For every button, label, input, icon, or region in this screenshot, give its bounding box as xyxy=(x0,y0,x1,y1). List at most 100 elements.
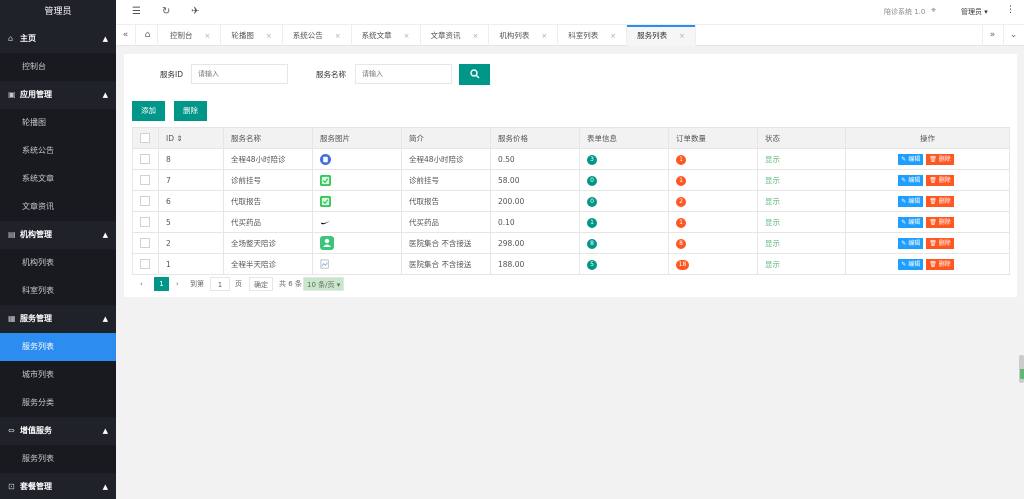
tab[interactable]: 文章资讯 × xyxy=(421,25,490,46)
user-menu[interactable]: 管理员 ▾ xyxy=(961,7,988,17)
next-page-button[interactable]: › xyxy=(176,277,179,291)
tabs-scroll-right-icon[interactable]: » xyxy=(982,25,1002,46)
sidebar-item[interactable]: 城市列表 xyxy=(0,361,116,389)
prev-page-button[interactable]: ‹ xyxy=(140,277,143,291)
goto-page-input[interactable]: 1 xyxy=(210,277,230,291)
row-checkbox[interactable] xyxy=(140,154,150,164)
tag-icon[interactable]: ⌖ xyxy=(931,6,936,16)
order-count-badge[interactable]: 1 xyxy=(676,175,686,186)
delete-button[interactable]: 🗑 删除 xyxy=(926,216,954,228)
close-icon[interactable]: × xyxy=(679,32,685,40)
row-select-cell[interactable] xyxy=(132,232,159,254)
current-page[interactable]: 1 xyxy=(154,277,169,291)
close-icon[interactable]: × xyxy=(541,32,547,40)
close-icon[interactable]: × xyxy=(266,32,272,40)
sidebar-group[interactable]: ▣ 应用管理 ▲ xyxy=(0,81,116,109)
tab[interactable]: 系统公告 × xyxy=(283,25,352,46)
delete-button[interactable]: 🗑 删除 xyxy=(926,237,954,249)
tab[interactable]: 系统文章 × xyxy=(352,25,421,46)
sidebar-item[interactable]: 机构列表 xyxy=(0,249,116,277)
tab[interactable]: 服务列表 × xyxy=(627,25,696,46)
status-text[interactable]: 显示 xyxy=(765,155,780,164)
row-select-cell[interactable] xyxy=(132,253,159,275)
edit-button[interactable]: ✎ 编辑 xyxy=(898,216,924,228)
order-count-badge[interactable]: 2 xyxy=(676,196,686,207)
close-icon[interactable]: × xyxy=(404,32,410,40)
sidebar-item[interactable]: 系统公告 xyxy=(0,137,116,165)
row-select-cell[interactable] xyxy=(132,211,159,233)
status-text[interactable]: 显示 xyxy=(765,176,780,185)
row-select-cell[interactable] xyxy=(132,169,159,191)
side-scroll-handle[interactable] xyxy=(1019,355,1024,383)
sidebar-item[interactable]: 文章资讯 xyxy=(0,193,116,221)
goto-confirm-button[interactable]: 确定 xyxy=(249,277,273,291)
column-header[interactable]: ID ⇕ xyxy=(158,127,224,149)
edit-button[interactable]: ✎ 编辑 xyxy=(898,153,924,165)
order-count-badge[interactable]: 18 xyxy=(676,259,689,270)
more-icon[interactable]: ⋮ xyxy=(1006,5,1015,15)
form-count-badge[interactable]: 1 xyxy=(587,217,597,228)
delete-button[interactable]: 🗑 删除 xyxy=(926,258,954,270)
form-count-badge[interactable]: 0 xyxy=(587,196,597,207)
header-select-all[interactable] xyxy=(132,127,159,149)
close-icon[interactable]: × xyxy=(335,32,341,40)
row-checkbox[interactable] xyxy=(140,175,150,185)
row-select-cell[interactable] xyxy=(132,190,159,212)
edit-button[interactable]: ✎ 编辑 xyxy=(898,258,924,270)
sidebar-item[interactable]: 系统文章 xyxy=(0,165,116,193)
sidebar-group[interactable]: ⊡ 套餐管理 ▲ xyxy=(0,473,116,499)
edit-button[interactable]: ✎ 编辑 xyxy=(898,174,924,186)
status-text[interactable]: 显示 xyxy=(765,197,780,206)
page-size-select[interactable]: 10 条/页 ▾ xyxy=(303,277,345,291)
tabs-dropdown-icon[interactable]: ⌄ xyxy=(1003,25,1023,46)
search-button[interactable] xyxy=(459,64,490,85)
row-checkbox[interactable] xyxy=(140,217,150,227)
delete-button[interactable]: 🗑 删除 xyxy=(926,153,954,165)
tab[interactable]: 轮播图 × xyxy=(221,25,283,46)
row-checkbox[interactable] xyxy=(140,238,150,248)
order-count-badge[interactable]: 1 xyxy=(676,217,686,228)
service-id-input[interactable] xyxy=(191,64,288,84)
edit-button[interactable]: ✎ 编辑 xyxy=(898,195,924,207)
sidebar-group[interactable]: ▦ 服务管理 ▲ xyxy=(0,305,116,333)
menu-toggle-icon[interactable]: ☰ xyxy=(132,6,141,17)
add-button[interactable]: 添加 xyxy=(132,101,165,121)
form-count-badge[interactable]: 8 xyxy=(587,238,597,249)
delete-button[interactable]: 🗑 删除 xyxy=(926,195,954,207)
tab[interactable]: 机构列表 × xyxy=(489,25,559,46)
close-icon[interactable]: × xyxy=(473,32,479,40)
status-text[interactable]: 显示 xyxy=(765,239,780,248)
edit-button[interactable]: ✎ 编辑 xyxy=(898,237,924,249)
refresh-icon[interactable]: ↻ xyxy=(162,6,170,17)
close-icon[interactable]: × xyxy=(610,32,616,40)
sidebar-group[interactable]: ⇔ 增值服务 ▲ xyxy=(0,417,116,445)
home-tab-icon[interactable]: ⌂ xyxy=(138,25,158,46)
close-icon[interactable]: × xyxy=(205,32,211,40)
order-count-badge[interactable]: 1 xyxy=(676,154,686,165)
sidebar-group[interactable]: ⌂ 主页 ▲ xyxy=(0,25,116,53)
status-text[interactable]: 显示 xyxy=(765,260,780,269)
sidebar-item[interactable]: 科室列表 xyxy=(0,277,116,305)
sidebar-item[interactable]: 服务列表 xyxy=(0,445,116,473)
row-checkbox[interactable] xyxy=(140,259,150,269)
sidebar-item[interactable]: 服务分类 xyxy=(0,389,116,417)
tab[interactable]: 控制台 × xyxy=(160,25,222,46)
form-count-badge[interactable]: 0 xyxy=(587,175,597,186)
form-count-badge[interactable]: 5 xyxy=(587,259,597,270)
sidebar-item[interactable]: 轮播图 xyxy=(0,109,116,137)
sidebar-item[interactable]: 服务列表 xyxy=(0,333,116,361)
sidebar-item[interactable]: 控制台 xyxy=(0,53,116,81)
batch-delete-button[interactable]: 删除 xyxy=(174,101,207,121)
sidebar-group[interactable]: ▤ 机构管理 ▲ xyxy=(0,221,116,249)
tabs-scroll-left-icon[interactable]: « xyxy=(116,25,136,46)
status-text[interactable]: 显示 xyxy=(765,218,780,227)
delete-button[interactable]: 🗑 删除 xyxy=(926,174,954,186)
row-checkbox[interactable] xyxy=(140,196,150,206)
service-name-input[interactable] xyxy=(355,64,452,84)
order-count-badge[interactable]: 8 xyxy=(676,238,686,249)
tab[interactable]: 科室列表 × xyxy=(558,25,628,46)
select-all-checkbox[interactable] xyxy=(140,133,150,143)
row-select-cell[interactable] xyxy=(132,148,159,170)
clear-cache-icon[interactable]: ✈ xyxy=(191,6,199,17)
form-count-badge[interactable]: 3 xyxy=(587,154,597,165)
